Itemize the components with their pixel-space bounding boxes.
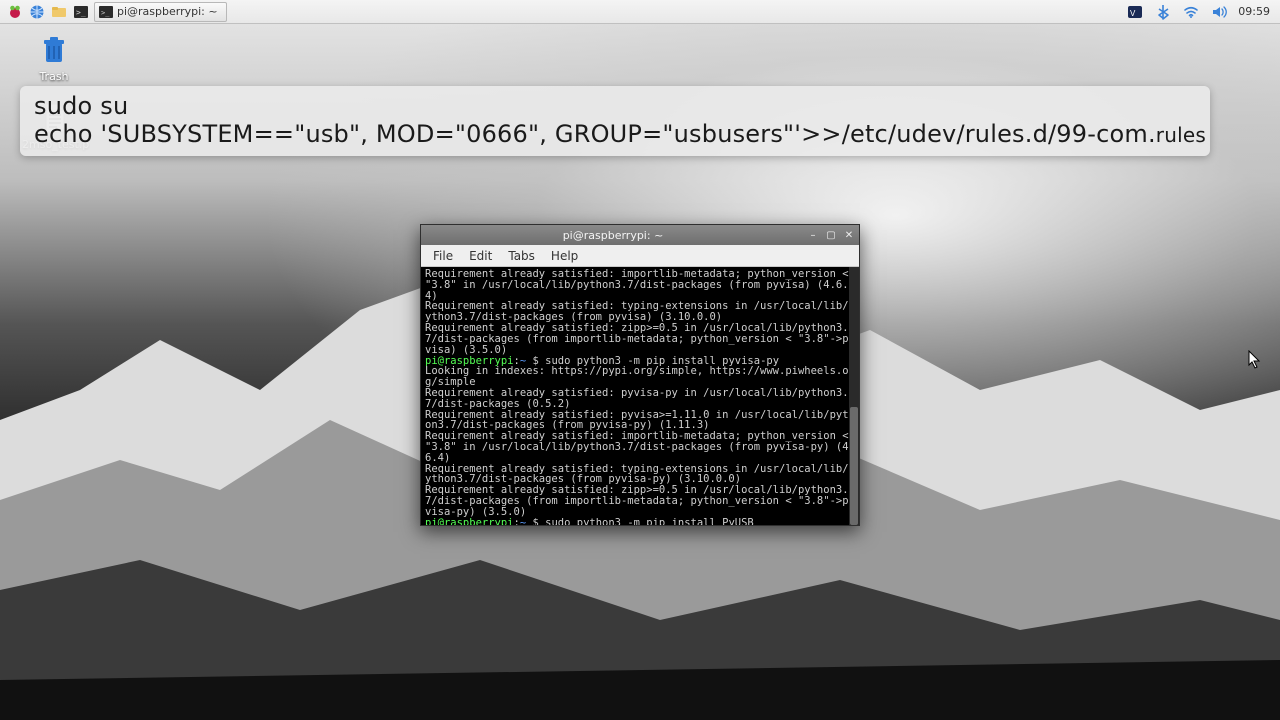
svg-text:V: V bbox=[1130, 9, 1136, 18]
terminal-body[interactable]: Requirement already satisfied: importlib… bbox=[421, 267, 859, 525]
terminal-menubar: File Edit Tabs Help bbox=[421, 245, 859, 267]
mouse-cursor-icon bbox=[1248, 350, 1262, 374]
window-minimize-button[interactable]: – bbox=[805, 228, 821, 242]
file-manager-icon[interactable] bbox=[50, 3, 68, 21]
vnc-icon[interactable]: V bbox=[1126, 3, 1144, 21]
taskbar-window-title: pi@raspberrypi: ~ bbox=[117, 5, 218, 18]
menu-tabs[interactable]: Tabs bbox=[502, 247, 541, 265]
terminal-launcher-icon[interactable]: >_ bbox=[72, 3, 90, 21]
volume-icon[interactable] bbox=[1210, 3, 1228, 21]
banner-line-2: echo 'SUBSYSTEM=="usb", MOD="0666", GROU… bbox=[34, 120, 1196, 148]
trash-icon bbox=[38, 34, 70, 66]
bluetooth-icon[interactable] bbox=[1154, 3, 1172, 21]
terminal-titlebar[interactable]: pi@raspberrypi: ~ – ▢ ✕ bbox=[421, 225, 859, 245]
terminal-title-text: pi@raspberrypi: ~ bbox=[421, 229, 805, 242]
terminal-scrollbar[interactable] bbox=[849, 267, 859, 525]
browser-globe-icon[interactable] bbox=[28, 3, 46, 21]
desktop-trash-label: Trash bbox=[22, 70, 86, 83]
menu-raspberry-icon[interactable] bbox=[6, 3, 24, 21]
window-maximize-button[interactable]: ▢ bbox=[823, 228, 839, 242]
command-overlay-banner: sudo su echo 'SUBSYSTEM=="usb", MOD="066… bbox=[20, 86, 1210, 156]
wifi-icon[interactable] bbox=[1182, 3, 1200, 21]
window-close-button[interactable]: ✕ bbox=[841, 228, 857, 242]
taskbar-window-button[interactable]: >_ pi@raspberrypi: ~ bbox=[94, 2, 227, 22]
svg-text:>_: >_ bbox=[101, 9, 110, 17]
terminal-window: pi@raspberrypi: ~ – ▢ ✕ File Edit Tabs H… bbox=[420, 224, 860, 526]
desktop-trash[interactable]: Trash bbox=[22, 34, 86, 83]
menu-help[interactable]: Help bbox=[545, 247, 584, 265]
svg-text:>_: >_ bbox=[76, 8, 86, 17]
menu-file[interactable]: File bbox=[427, 247, 459, 265]
menu-edit[interactable]: Edit bbox=[463, 247, 498, 265]
terminal-icon: >_ bbox=[99, 5, 113, 19]
banner-line-1: sudo su bbox=[34, 92, 1196, 120]
taskbar-clock[interactable]: 09:59 bbox=[1238, 5, 1270, 18]
taskbar: >_ >_ pi@raspberrypi: ~ V 09:59 bbox=[0, 0, 1280, 24]
scrollbar-thumb[interactable] bbox=[850, 407, 858, 525]
